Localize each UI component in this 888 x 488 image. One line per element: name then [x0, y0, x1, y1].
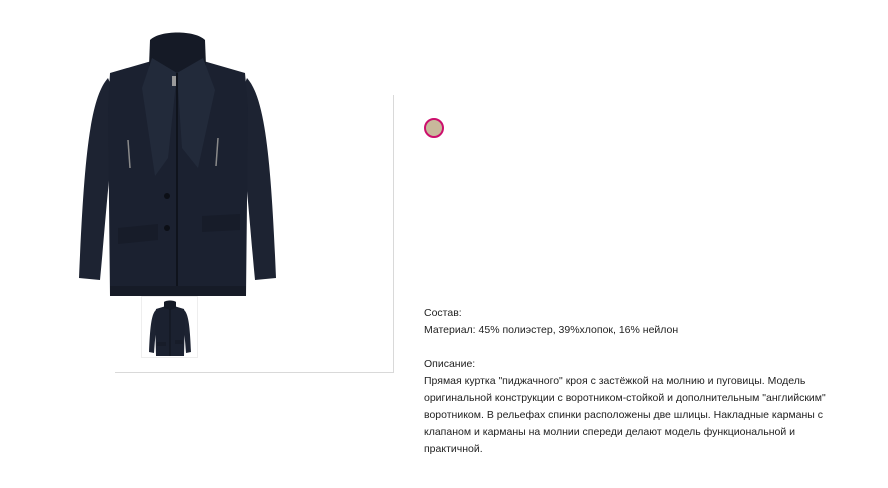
jacket-image: [79, 32, 276, 296]
material-text: Материал: 45% полиэстер, 39%хлопок, 16% …: [424, 324, 679, 336]
gallery-divider-vertical: [393, 95, 394, 373]
product-main-image[interactable]: [70, 28, 285, 296]
composition-label: Состав:: [424, 307, 462, 319]
product-details: Состав: Материал: 45% полиэстер, 39%хлоп…: [424, 305, 844, 458]
description-text: Прямая куртка "пиджачного" кроя с застёж…: [424, 375, 826, 455]
color-swatch[interactable]: [424, 118, 444, 138]
gallery-divider-horizontal: [115, 372, 394, 373]
product-thumbnail[interactable]: [141, 296, 198, 358]
description-label: Описание:: [424, 358, 476, 370]
product-gallery: [0, 0, 395, 373]
jacket-thumbnail-image: [149, 300, 191, 356]
